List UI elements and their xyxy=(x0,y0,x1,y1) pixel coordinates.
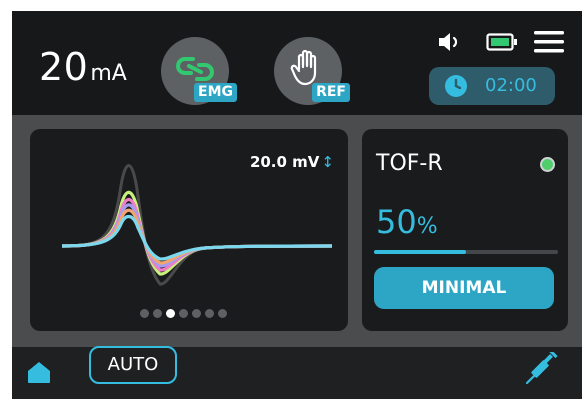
current-unit: mA xyxy=(90,61,127,86)
main-area: 20.0 mV ↕ TOF-R 50% MINIMAL xyxy=(12,115,582,347)
device-screen: 20mA EMG REF 02:00 20.0 mV ↕ TOF-R 50% M… xyxy=(12,11,582,399)
timer-value: 02:00 xyxy=(485,75,537,96)
tof-progress-fill xyxy=(374,250,466,254)
ref-mode-label: REF xyxy=(312,83,350,102)
tof-progress-bar xyxy=(374,250,558,254)
pager-dot[interactable] xyxy=(179,309,188,318)
pager-dot[interactable] xyxy=(205,309,214,318)
emg-mode-button[interactable]: EMG xyxy=(161,37,237,105)
waveform-pager xyxy=(140,303,231,322)
tof-result-button[interactable]: MINIMAL xyxy=(374,267,554,309)
auto-button[interactable]: AUTO xyxy=(89,346,177,384)
pager-dot[interactable] xyxy=(192,309,201,318)
clock-icon xyxy=(445,75,467,97)
tof-panel: TOF-R 50% MINIMAL xyxy=(362,129,568,331)
emg-mode-label: EMG xyxy=(194,83,237,102)
waveform-trace xyxy=(61,164,333,286)
syringe-icon[interactable] xyxy=(526,352,558,384)
current-value: 20 xyxy=(39,45,89,89)
home-icon[interactable] xyxy=(26,360,52,384)
tof-label: TOF-R xyxy=(376,151,443,176)
waveform-trace xyxy=(61,197,333,272)
stimulation-current[interactable]: 20mA xyxy=(39,45,127,89)
pager-dot[interactable] xyxy=(140,309,149,318)
waveform-trace xyxy=(61,190,333,276)
speaker-icon[interactable] xyxy=(437,31,463,53)
menu-icon[interactable] xyxy=(534,30,564,54)
tof-number: 50 xyxy=(376,203,417,241)
waveform-trace xyxy=(61,203,333,268)
ref-mode-button[interactable]: REF xyxy=(274,37,350,105)
pager-dot[interactable] xyxy=(218,309,227,318)
timer-button[interactable]: 02:00 xyxy=(429,67,555,105)
hand-icon xyxy=(290,49,317,86)
pager-dot[interactable] xyxy=(166,309,175,318)
tof-unit: % xyxy=(416,214,438,239)
vertical-double-arrow-icon: ↕ xyxy=(321,153,334,171)
battery-icon xyxy=(486,33,517,51)
tof-value: 50% xyxy=(376,203,438,241)
scale-value: 20.0 mV xyxy=(249,153,320,171)
status-indicator-icon xyxy=(540,157,555,172)
pager-dot[interactable] xyxy=(153,309,162,318)
emg-scale[interactable]: 20.0 mV ↕ xyxy=(250,153,334,171)
top-bar: 20mA EMG REF 02:00 xyxy=(12,11,582,115)
emg-waveform-panel[interactable]: 20.0 mV ↕ xyxy=(30,129,348,331)
